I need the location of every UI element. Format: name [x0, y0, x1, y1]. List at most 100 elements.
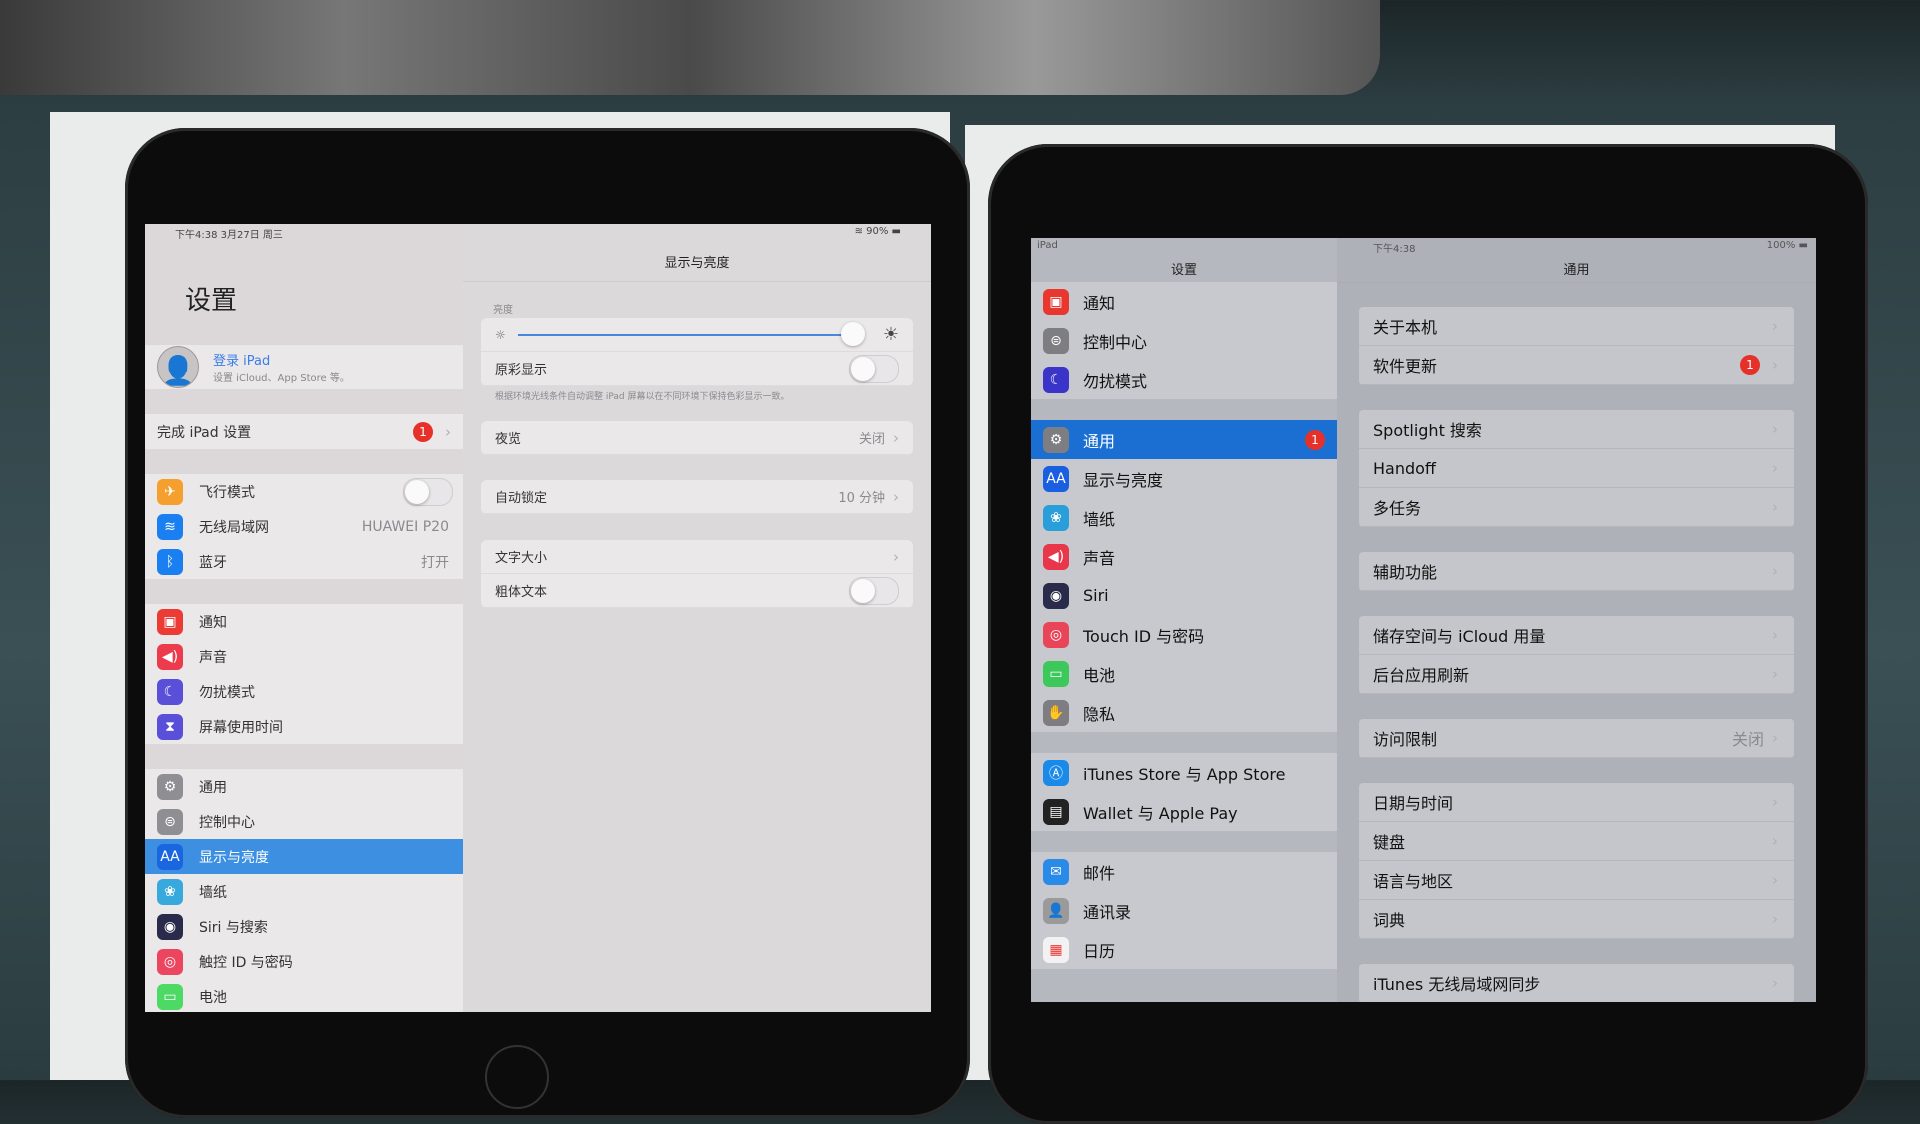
display-icon: AA: [1043, 465, 1069, 492]
siri-icon: ◉: [1043, 582, 1069, 609]
detail-row-1-1[interactable]: Handoff ›: [1359, 449, 1794, 488]
detail-row-label: Spotlight 搜索: [1373, 421, 1482, 440]
detail-row-label: Handoff: [1373, 458, 1436, 478]
master-title: 设置: [1170, 263, 1197, 278]
true-tone-label: 原彩显示: [495, 363, 548, 378]
sidebar-item-mail[interactable]: ✉ 邮件: [1031, 852, 1337, 891]
status-bar: 下午4:38 3月27日 周三 ≋ 90% ▬: [145, 224, 931, 241]
settings-group: Spotlight 搜索 › Handoff › 多任务 ›: [1359, 410, 1794, 527]
fingerprint-icon: ◎: [1043, 621, 1069, 648]
detail-row-label: 多任务: [1373, 499, 1422, 518]
fingerprint-icon: ◎: [157, 948, 183, 975]
detail-row-1-0[interactable]: Spotlight 搜索 ›: [1359, 410, 1794, 449]
switches-icon: ⊜: [1043, 327, 1069, 354]
sidebar-item-label: 日历: [1083, 941, 1116, 961]
detail-row-1-2[interactable]: 多任务 ›: [1359, 488, 1794, 527]
sidebar-item-label: 墙纸: [199, 884, 227, 901]
detail-row-label: 日期与时间: [1373, 794, 1454, 813]
auto-lock-row[interactable]: 自动锁定 10 分钟 ›: [481, 480, 913, 514]
sidebar-item-label: Siri 与搜索: [199, 919, 268, 936]
sidebar-item-moon[interactable]: ☾ 勿扰模式: [1031, 360, 1337, 399]
sidebar-item-wallpaper[interactable]: ❀ 墙纸: [1031, 498, 1337, 537]
mail-icon: ✉: [1043, 858, 1069, 885]
detail-row-5-1[interactable]: 键盘 ›: [1359, 822, 1794, 861]
sidebar-item-battery[interactable]: ▭ 电池: [1031, 654, 1337, 693]
sidebar-item-label: Touch ID 与密码: [1083, 626, 1205, 646]
sidebar-item-sound[interactable]: ◀) 声音: [145, 639, 463, 674]
sidebar-item-gear[interactable]: ⚙ 通用 1: [1031, 420, 1337, 459]
siri-icon: ◉: [157, 913, 183, 940]
hand-icon: ✋: [1043, 699, 1069, 726]
sidebar-item-fingerprint[interactable]: ◎ Touch ID 与密码: [1031, 615, 1337, 654]
true-tone-toggle[interactable]: [849, 354, 899, 383]
sidebar-item-label: 显示与亮度: [1083, 470, 1164, 490]
wallpaper-icon: ❀: [1043, 504, 1069, 531]
sidebar-item-display[interactable]: AA 显示与亮度: [1031, 459, 1337, 498]
airplane-icon: ✈: [157, 478, 183, 505]
sidebar-item-siri[interactable]: ◉ Siri: [1031, 576, 1337, 615]
sidebar-item-label: 勿扰模式: [1083, 371, 1148, 391]
sidebar-item-sound[interactable]: ◀) 声音: [1031, 537, 1337, 576]
sidebar-item-0-0[interactable]: 完成 iPad 设置 1 ›: [145, 414, 463, 449]
sidebar-item-wallpaper[interactable]: ❀ 墙纸: [145, 874, 463, 909]
status-bar: iPad 下午4:38 100% ▬: [1031, 238, 1816, 255]
sidebar-item-airplane[interactable]: ✈ 飞行模式: [145, 474, 463, 509]
settings-group: 完成 iPad 设置 1 ›: [145, 414, 463, 449]
sidebar-item-label: 邮件: [1083, 863, 1116, 883]
sidebar-item-display[interactable]: AA 显示与亮度: [145, 839, 463, 874]
left-ipad-screen: 设置 👤 登录 iPad 设置 iCloud、App Store 等。 完成 i…: [145, 224, 931, 1012]
bluetooth-icon: ᛒ: [157, 548, 183, 575]
text-size-row[interactable]: 文字大小 ›: [481, 540, 913, 574]
sidebar-item-siri[interactable]: ◉ Siri 与搜索: [145, 909, 463, 944]
detail-row-4-0[interactable]: 访问限制 关闭 ›: [1359, 719, 1794, 758]
detail-row-label: 辅助功能: [1373, 563, 1438, 582]
auto-lock-label: 自动锁定: [495, 491, 548, 506]
moon-icon: ☾: [1043, 366, 1069, 393]
brightness-row: ☼ ☀: [481, 318, 913, 352]
sidebar-item-contacts[interactable]: 👤 通讯录: [1031, 891, 1337, 930]
detail-row-0-0[interactable]: 关于本机 ›: [1359, 307, 1794, 346]
sidebar-item-hourglass[interactable]: ⧗ 屏幕使用时间: [145, 709, 463, 744]
detail-row-3-0[interactable]: 储存空间与 iCloud 用量 ›: [1359, 616, 1794, 655]
right-ipad-screen: 设置 ▣ 通知 ⊜ 控制中心 ☾ 勿扰模式 ⚙ 通用 1 AA 显示与亮度 ❀ 墙纸 ◀) 声音 ◉ Siri ◎…: [1031, 238, 1816, 1002]
true-tone-row: 原彩显示: [481, 352, 913, 386]
slider-knob[interactable]: [840, 321, 865, 346]
general-pane: 通用 关于本机 › 软件更新 1 › Spotlight 搜索 › Handoff › 多任务 › 辅…: [1337, 238, 1816, 1002]
sidebar-item-switches[interactable]: ⊜ 控制中心: [145, 804, 463, 839]
profile-row[interactable]: 👤 登录 iPad 设置 iCloud、App Store 等。: [145, 345, 463, 389]
detail-row-5-0[interactable]: 日期与时间 ›: [1359, 783, 1794, 822]
sidebar-item-hand[interactable]: ✋ 隐私: [1031, 693, 1337, 732]
settings-group: ✉ 邮件 👤 通讯录 ▦ 日历: [1031, 852, 1337, 969]
detail-row-3-1[interactable]: 后台应用刷新 ›: [1359, 655, 1794, 694]
detail-row-5-3[interactable]: 词典 ›: [1359, 900, 1794, 939]
chevron-right-icon: ›: [893, 547, 899, 566]
detail-row-0-1[interactable]: 软件更新 1 ›: [1359, 346, 1794, 385]
detail-row-6-0[interactable]: iTunes 无线局域网同步 ›: [1359, 964, 1794, 1002]
detail-row-5-2[interactable]: 语言与地区 ›: [1359, 861, 1794, 900]
sidebar-item-label: 通知: [1083, 293, 1116, 313]
sidebar-item-notifications[interactable]: ▣ 通知: [145, 604, 463, 639]
chevron-right-icon: ›: [1772, 317, 1778, 335]
avatar: 👤: [157, 346, 199, 388]
airplane-mode-toggle[interactable]: [403, 477, 453, 506]
sidebar-item-calendar[interactable]: ▦ 日历: [1031, 930, 1337, 969]
sidebar-item-fingerprint[interactable]: ◎ 触控 ID 与密码: [145, 944, 463, 979]
bold-text-toggle[interactable]: [849, 576, 899, 605]
sign-in-label: 登录 iPad: [213, 354, 271, 369]
detail-row-2-0[interactable]: 辅助功能 ›: [1359, 552, 1794, 591]
sidebar-item-switches[interactable]: ⊜ 控制中心: [1031, 321, 1337, 360]
display-icon: AA: [157, 843, 183, 870]
sidebar-item-wifi[interactable]: ≋ 无线局域网 HUAWEI P20: [145, 509, 463, 544]
sidebar-item-notifications[interactable]: ▣ 通知: [1031, 282, 1337, 321]
sidebar-item-gear[interactable]: ⚙ 通用: [145, 769, 463, 804]
sidebar-item-battery[interactable]: ▭ 电池: [145, 979, 463, 1012]
sidebar-item-app-store[interactable]: ⒶiTunes Store 与 App Store: [1031, 753, 1337, 792]
sidebar-item-moon[interactable]: ☾ 勿扰模式: [145, 674, 463, 709]
sidebar-item-label: 控制中心: [199, 814, 255, 831]
night-shift-row[interactable]: 夜览 关闭 ›: [481, 421, 913, 455]
sidebar-item-wallet[interactable]: ▤ Wallet 与 Apple Pay: [1031, 792, 1337, 831]
sidebar-item-bluetooth[interactable]: ᛒ 蓝牙 打开: [145, 544, 463, 579]
settings-group: iTunes 无线局域网同步 ›: [1359, 964, 1794, 1002]
brightness-slider[interactable]: [517, 321, 865, 346]
home-button[interactable]: [485, 1045, 549, 1109]
